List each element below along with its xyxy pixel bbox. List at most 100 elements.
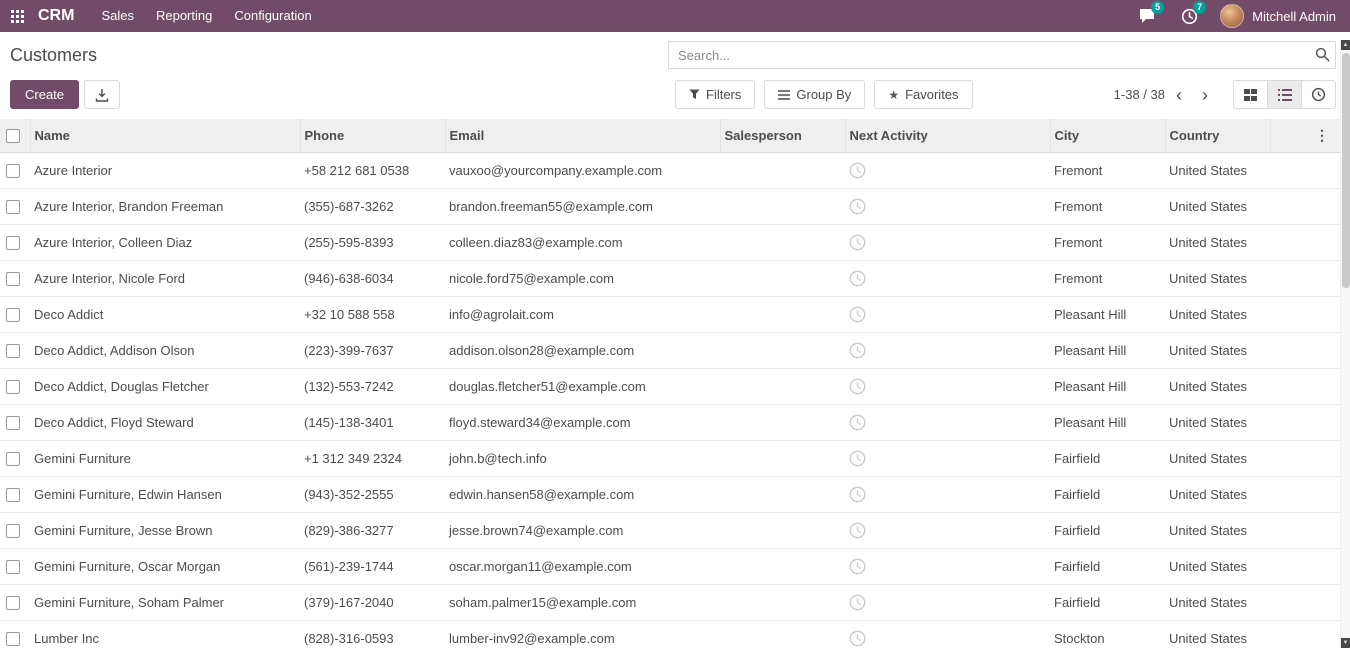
cell-city[interactable]: Fairfield: [1050, 585, 1165, 621]
search-icon[interactable]: [1315, 47, 1330, 67]
row-checkbox[interactable]: [6, 272, 20, 286]
cell-next-activity[interactable]: [845, 585, 1050, 621]
table-row[interactable]: Deco Addict, Floyd Steward(145)-138-3401…: [0, 405, 1340, 441]
row-select-cell[interactable]: [0, 225, 30, 261]
row-select-cell[interactable]: [0, 153, 30, 189]
column-header-salesperson[interactable]: Salesperson: [720, 119, 845, 153]
search-input[interactable]: [668, 41, 1336, 69]
cell-city[interactable]: Fremont: [1050, 261, 1165, 297]
cell-phone[interactable]: +32 10 588 558: [300, 297, 445, 333]
cell-email[interactable]: oscar.morgan11@example.com: [445, 549, 720, 585]
cell-next-activity[interactable]: [845, 621, 1050, 648]
table-row[interactable]: Azure Interior, Nicole Ford(946)-638-603…: [0, 261, 1340, 297]
row-checkbox[interactable]: [6, 164, 20, 178]
activity-clock-icon[interactable]: [849, 486, 866, 503]
cell-phone[interactable]: (223)-399-7637: [300, 333, 445, 369]
select-all-cell[interactable]: [0, 119, 30, 153]
cell-email[interactable]: colleen.diaz83@example.com: [445, 225, 720, 261]
row-checkbox[interactable]: [6, 596, 20, 610]
cell-email[interactable]: john.b@tech.info: [445, 441, 720, 477]
cell-next-activity[interactable]: [845, 441, 1050, 477]
cell-name[interactable]: Azure Interior, Brandon Freeman: [30, 189, 300, 225]
scroll-up-arrow[interactable]: ▲: [1341, 40, 1350, 50]
row-checkbox[interactable]: [6, 380, 20, 394]
row-select-cell[interactable]: [0, 585, 30, 621]
cell-country[interactable]: United States: [1165, 585, 1270, 621]
cell-phone[interactable]: (946)-638-6034: [300, 261, 445, 297]
list-view-button[interactable]: [1267, 80, 1302, 109]
cell-country[interactable]: United States: [1165, 297, 1270, 333]
cell-email[interactable]: nicole.ford75@example.com: [445, 261, 720, 297]
cell-city[interactable]: Pleasant Hill: [1050, 405, 1165, 441]
column-header-phone[interactable]: Phone: [300, 119, 445, 153]
cell-name[interactable]: Gemini Furniture: [30, 441, 300, 477]
cell-phone[interactable]: (943)-352-2555: [300, 477, 445, 513]
cell-phone[interactable]: +1 312 349 2324: [300, 441, 445, 477]
cell-email[interactable]: addison.olson28@example.com: [445, 333, 720, 369]
apps-menu-button[interactable]: [0, 0, 34, 32]
cell-email[interactable]: soham.palmer15@example.com: [445, 585, 720, 621]
cell-city[interactable]: Fairfield: [1050, 549, 1165, 585]
cell-country[interactable]: United States: [1165, 549, 1270, 585]
app-name[interactable]: CRM: [38, 7, 74, 25]
row-select-cell[interactable]: [0, 477, 30, 513]
cell-salesperson[interactable]: [720, 333, 845, 369]
row-select-cell[interactable]: [0, 405, 30, 441]
cell-name[interactable]: Gemini Furniture, Oscar Morgan: [30, 549, 300, 585]
cell-next-activity[interactable]: [845, 405, 1050, 441]
activity-clock-icon[interactable]: [849, 522, 866, 539]
row-checkbox[interactable]: [6, 236, 20, 250]
activity-clock-icon[interactable]: [849, 630, 866, 647]
activity-clock-icon[interactable]: [849, 558, 866, 575]
cell-country[interactable]: United States: [1165, 477, 1270, 513]
row-checkbox[interactable]: [6, 200, 20, 214]
row-select-cell[interactable]: [0, 261, 30, 297]
column-header-name[interactable]: Name: [30, 119, 300, 153]
cell-phone[interactable]: (829)-386-3277: [300, 513, 445, 549]
cell-email[interactable]: brandon.freeman55@example.com: [445, 189, 720, 225]
cell-email[interactable]: lumber-inv92@example.com: [445, 621, 720, 648]
activity-clock-icon[interactable]: [849, 306, 866, 323]
table-row[interactable]: Lumber Inc(828)-316-0593lumber-inv92@exa…: [0, 621, 1340, 648]
create-button[interactable]: Create: [10, 80, 79, 109]
cell-country[interactable]: United States: [1165, 153, 1270, 189]
row-select-cell[interactable]: [0, 333, 30, 369]
cell-name[interactable]: Gemini Furniture, Jesse Brown: [30, 513, 300, 549]
cell-salesperson[interactable]: [720, 549, 845, 585]
row-checkbox[interactable]: [6, 344, 20, 358]
cell-next-activity[interactable]: [845, 297, 1050, 333]
cell-next-activity[interactable]: [845, 513, 1050, 549]
filters-button[interactable]: Filters: [675, 80, 755, 109]
cell-next-activity[interactable]: [845, 225, 1050, 261]
cell-city[interactable]: Fremont: [1050, 153, 1165, 189]
cell-country[interactable]: United States: [1165, 513, 1270, 549]
activities-button[interactable]: 7: [1168, 0, 1210, 32]
activity-clock-icon[interactable]: [849, 594, 866, 611]
cell-name[interactable]: Azure Interior, Nicole Ford: [30, 261, 300, 297]
column-header-next-activity[interactable]: Next Activity: [845, 119, 1050, 153]
cell-name[interactable]: Gemini Furniture, Edwin Hansen: [30, 477, 300, 513]
cell-next-activity[interactable]: [845, 153, 1050, 189]
table-row[interactable]: Gemini Furniture, Edwin Hansen(943)-352-…: [0, 477, 1340, 513]
cell-phone[interactable]: (379)-167-2040: [300, 585, 445, 621]
row-checkbox[interactable]: [6, 308, 20, 322]
row-checkbox[interactable]: [6, 632, 20, 646]
kanban-view-button[interactable]: [1233, 80, 1268, 109]
pager-next-button[interactable]: ›: [1193, 86, 1217, 104]
cell-country[interactable]: United States: [1165, 441, 1270, 477]
menu-configuration[interactable]: Configuration: [223, 0, 322, 32]
cell-phone[interactable]: (828)-316-0593: [300, 621, 445, 648]
cell-email[interactable]: info@agrolait.com: [445, 297, 720, 333]
row-checkbox[interactable]: [6, 488, 20, 502]
cell-email[interactable]: jesse.brown74@example.com: [445, 513, 720, 549]
cell-name[interactable]: Lumber Inc: [30, 621, 300, 648]
row-select-cell[interactable]: [0, 441, 30, 477]
cell-salesperson[interactable]: [720, 225, 845, 261]
cell-city[interactable]: Fremont: [1050, 225, 1165, 261]
cell-salesperson[interactable]: [720, 513, 845, 549]
pager-previous-button[interactable]: ‹: [1167, 86, 1191, 104]
select-all-checkbox[interactable]: [6, 129, 20, 143]
cell-phone[interactable]: (561)-239-1744: [300, 549, 445, 585]
cell-name[interactable]: Azure Interior, Colleen Diaz: [30, 225, 300, 261]
cell-next-activity[interactable]: [845, 369, 1050, 405]
